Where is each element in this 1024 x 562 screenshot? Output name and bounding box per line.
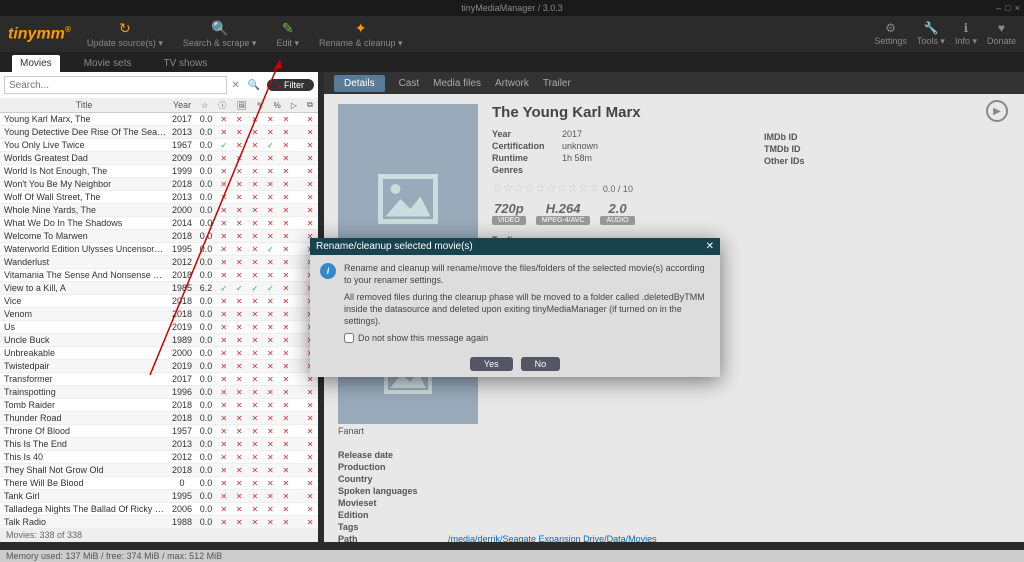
dialog-text-1: Rename and cleanup will rename/move the … xyxy=(344,263,710,286)
dialog-close-icon[interactable]: ✕ xyxy=(706,241,714,252)
dialog-overlay: Rename/cleanup selected movie(s) ✕ i Ren… xyxy=(0,0,1024,562)
info-icon: i xyxy=(320,263,336,279)
dialog-text-2: All removed files during the cleanup pha… xyxy=(344,292,710,327)
rename-dialog: Rename/cleanup selected movie(s) ✕ i Ren… xyxy=(310,238,720,377)
dont-show-checkbox[interactable] xyxy=(344,333,354,343)
dialog-no-button[interactable]: No xyxy=(521,357,561,371)
dont-show-label: Do not show this message again xyxy=(358,333,488,343)
dialog-yes-button[interactable]: Yes xyxy=(470,357,513,371)
dialog-title: Rename/cleanup selected movie(s) xyxy=(316,241,473,252)
